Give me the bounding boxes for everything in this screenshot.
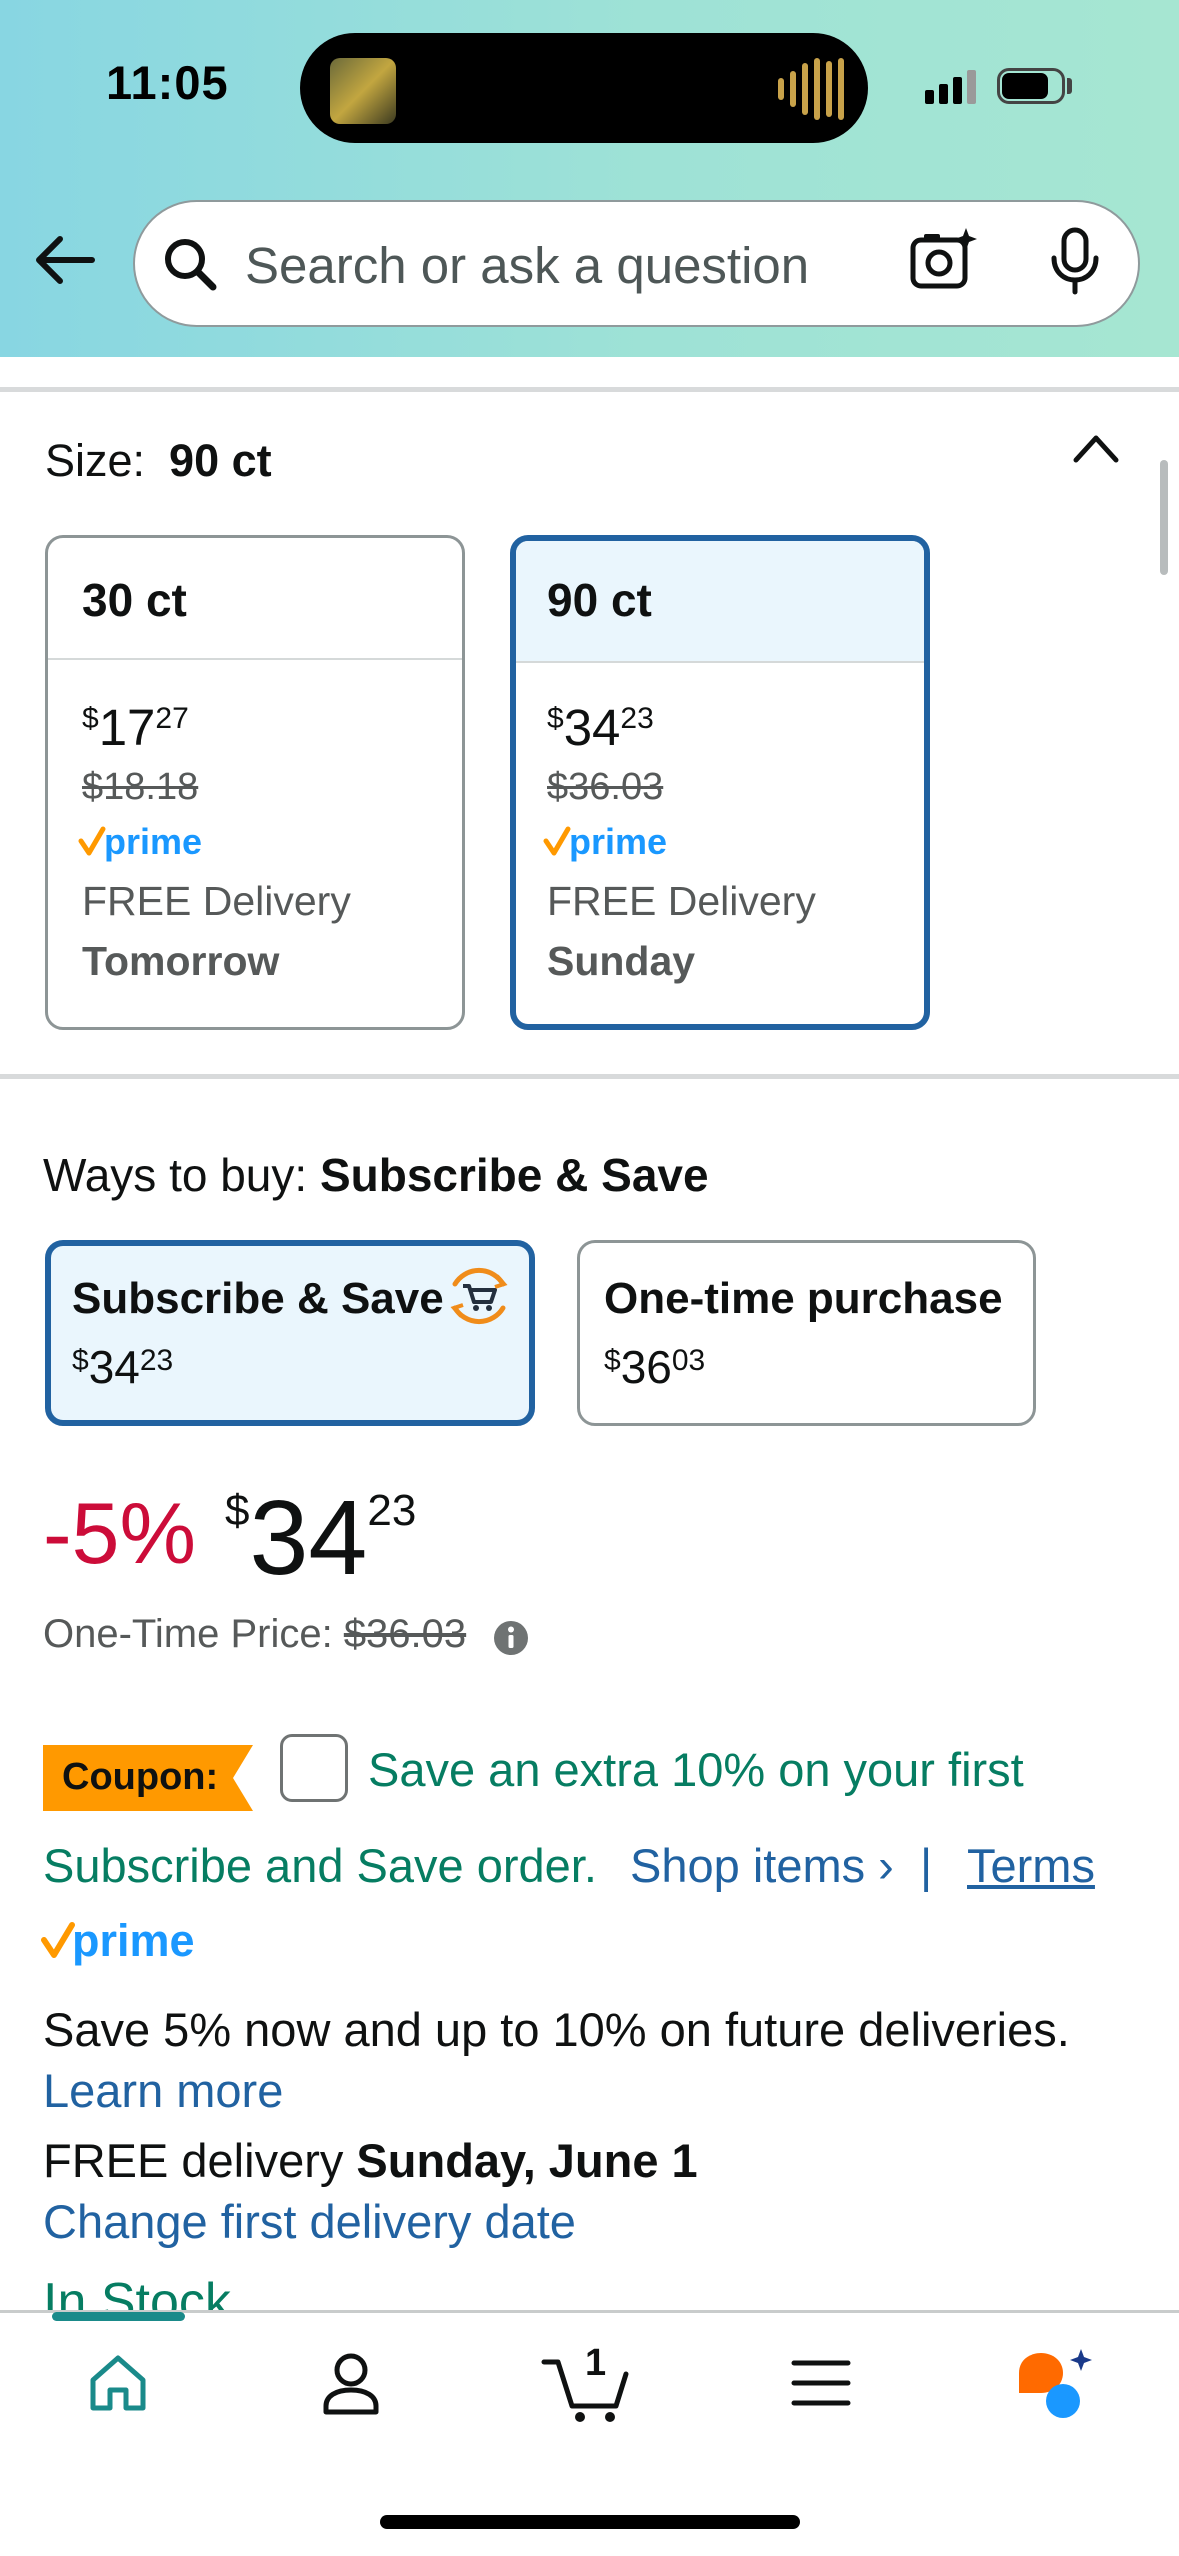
- option-price: $3603: [604, 1341, 706, 1393]
- audio-waveform-icon: [778, 57, 844, 121]
- one-time-price-value: $36.03: [343, 1612, 467, 1656]
- size-selected: 90 ct: [169, 435, 272, 486]
- battery-level: [1002, 73, 1048, 99]
- status-time: 11:05: [106, 56, 229, 109]
- cellular-signal-icon: [925, 70, 976, 104]
- divider: [0, 387, 1179, 392]
- delivery-day: Tomorrow: [82, 938, 280, 984]
- option-title: One-time purchase: [604, 1274, 1003, 1323]
- size-option-price: $1727: [82, 699, 189, 756]
- option-price: $3423: [72, 1341, 174, 1393]
- subscribe-savings-note: Save 5% now and up to 10% on future deli…: [43, 2003, 1070, 2056]
- now-playing-artwork: [330, 58, 396, 124]
- one-time-purchase-option[interactable]: One-time purchase $3603: [577, 1240, 1036, 1426]
- cart-icon[interactable]: 1: [540, 2340, 635, 2425]
- delivery-day: Sunday: [547, 938, 696, 984]
- size-option-name: 90 ct: [516, 541, 924, 663]
- discount-percentage: -5%: [43, 1486, 196, 1582]
- microphone-icon[interactable]: [1045, 226, 1105, 296]
- active-tab-indicator: [52, 2312, 185, 2321]
- info-icon[interactable]: [492, 1619, 530, 1657]
- shop-items-link[interactable]: Shop items ›: [630, 1838, 894, 1893]
- prime-logo-icon: prime: [543, 823, 667, 862]
- search-input[interactable]: Search or ask a question: [245, 236, 809, 295]
- delivery-info: FREE delivery Sunday, June 1: [43, 2134, 698, 2187]
- delivery-text: FREE Delivery: [82, 878, 351, 924]
- home-indicator[interactable]: [380, 2515, 800, 2529]
- account-icon[interactable]: [318, 2350, 384, 2416]
- learn-more-link[interactable]: Learn more: [43, 2063, 283, 2118]
- coupon-label: Coupon:: [62, 1756, 219, 1798]
- size-option-90ct[interactable]: 90 ct $3423 $36.03 prime FREE Delivery S…: [510, 535, 930, 1030]
- scrollbar[interactable]: [1160, 460, 1168, 575]
- prime-logo-icon: prime: [78, 823, 202, 862]
- battery-tip: [1067, 78, 1072, 94]
- rufus-assistant-icon[interactable]: [1013, 2347, 1093, 2422]
- size-option-name: 30 ct: [48, 538, 462, 660]
- terms-link[interactable]: Terms: [967, 1838, 1095, 1893]
- list-price: $18.18: [82, 766, 199, 808]
- size-option-price: $3423: [547, 699, 654, 756]
- coupon-text-line1: Save an extra 10% on your first: [368, 1743, 1024, 1796]
- menu-icon[interactable]: [790, 2355, 852, 2411]
- size-label: Size: 90 ct: [45, 435, 272, 486]
- prime-logo-icon: prime: [41, 1917, 195, 1966]
- prime-text: prime: [104, 823, 202, 862]
- delivery-date: Sunday, June 1: [356, 2134, 698, 2187]
- list-price: $36.03: [547, 766, 664, 808]
- size-option-30ct[interactable]: 30 ct $1727 $18.18 prime FREE Delivery T…: [45, 535, 465, 1030]
- current-price: $3423: [225, 1479, 417, 1597]
- prime-text: prime: [569, 823, 667, 862]
- change-delivery-date-link[interactable]: Change first delivery date: [43, 2194, 576, 2249]
- chevron-up-icon[interactable]: [1068, 428, 1124, 468]
- back-arrow-icon[interactable]: [30, 225, 100, 295]
- link-separator: |: [920, 1839, 933, 1892]
- prime-text: prime: [72, 1917, 195, 1966]
- ways-to-buy-label: Ways to buy: Subscribe & Save: [43, 1149, 709, 1201]
- delivery-text: FREE Delivery: [547, 878, 816, 924]
- ways-to-buy-selected: Subscribe & Save: [319, 1149, 709, 1201]
- search-icon: [165, 239, 217, 291]
- option-title: Subscribe & Save: [72, 1274, 444, 1323]
- divider: [0, 1074, 1179, 1079]
- cart-count: 1: [585, 2342, 606, 2384]
- coupon-checkbox[interactable]: [280, 1734, 348, 1802]
- one-time-price: One-Time Price: $36.03: [43, 1612, 467, 1656]
- camera-search-icon[interactable]: [908, 226, 978, 296]
- coupon-text-line2: Subscribe and Save order.: [43, 1839, 597, 1892]
- home-icon[interactable]: [85, 2350, 151, 2416]
- subscribe-cart-icon: [450, 1267, 508, 1325]
